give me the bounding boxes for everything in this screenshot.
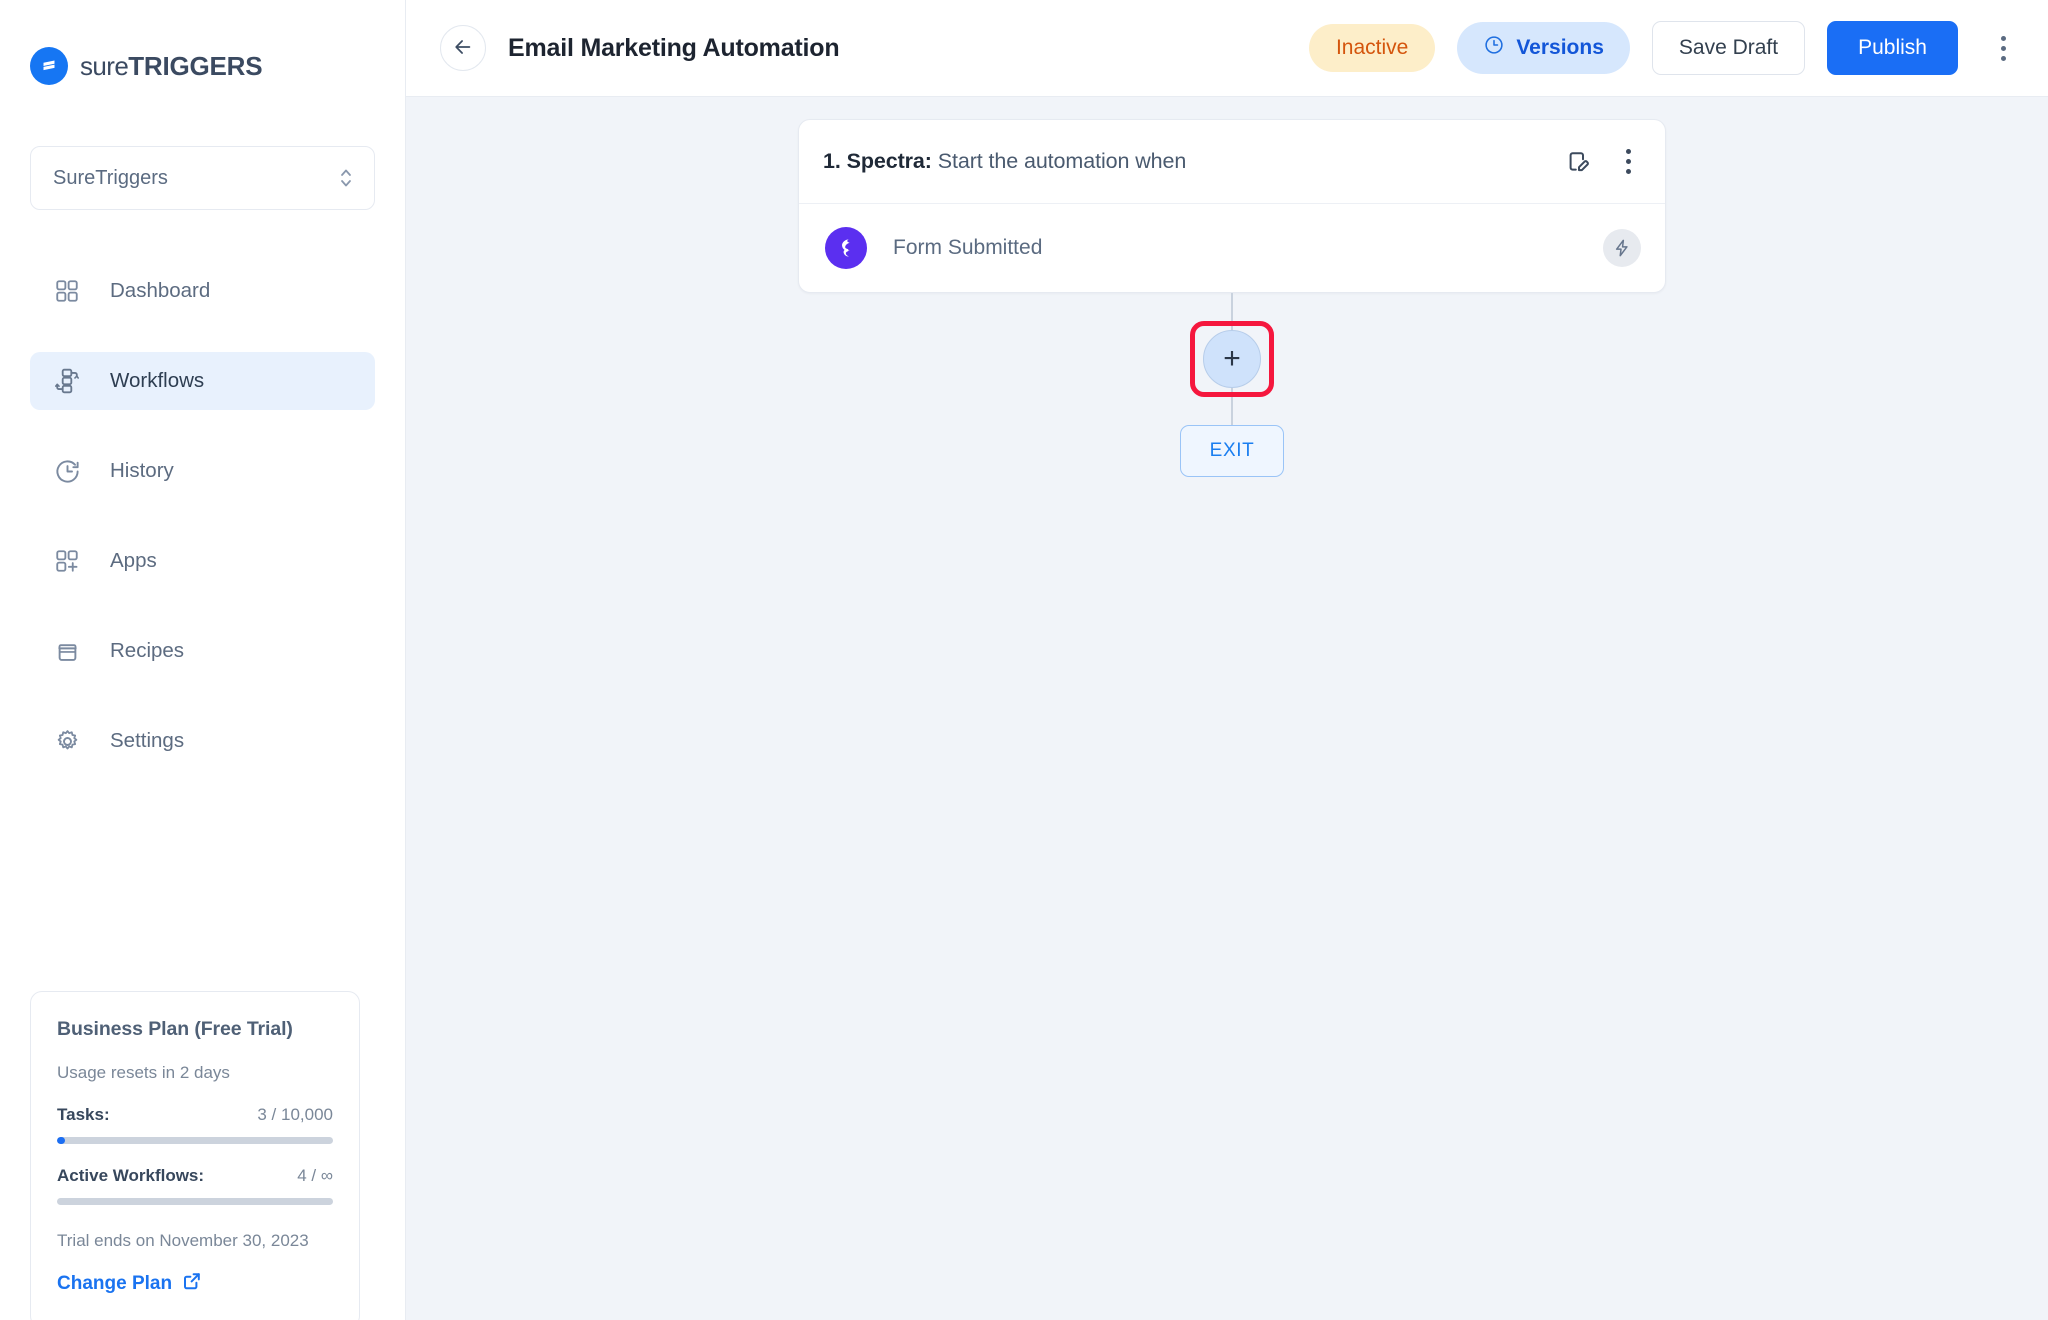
sidebar-item-workflows[interactable]: Workflows [30,352,375,410]
status-badge[interactable]: Inactive [1308,24,1436,72]
arrow-left-icon [452,36,474,61]
kebab-vertical-icon[interactable] [1986,25,2020,71]
sidebar-item-apps[interactable]: Apps [30,532,375,590]
add-step-button[interactable]: + [1203,330,1261,388]
spectra-app-icon [825,227,867,269]
app-root: sureTRIGGERS SureTriggers Dashboard Work… [0,0,2048,1320]
save-draft-button[interactable]: Save Draft [1651,21,1806,75]
gear-icon [52,726,82,756]
top-bar-actions: Inactive Versions Save Draft Publish [1308,21,2020,75]
clock-icon [1483,34,1505,62]
lightning-bolt-icon[interactable] [1603,229,1641,267]
trigger-event-label: Form Submitted [893,236,1043,259]
add-step-wrapper: + [1190,321,1274,397]
flow-container: 1. Spectra: Start the automation when Fo… [798,119,1666,477]
trigger-card-body[interactable]: Form Submitted [799,204,1665,292]
meter-row-active-workflows: Active Workflows: 4 / ∞ [57,1166,333,1186]
trigger-step-app: 1. Spectra: [823,149,932,173]
trigger-card-header: 1. Spectra: Start the automation when [799,120,1665,204]
meter-value: 3 / 10,000 [257,1105,333,1124]
sidebar-item-label: Workflows [110,369,205,392]
main-area: Email Marketing Automation Inactive Vers… [406,0,2048,1320]
sidebar-nav: Dashboard Workflows History Apps Recipes… [0,262,405,770]
workspace-name: SureTriggers [53,166,168,189]
recipes-box-icon [52,636,82,666]
back-button[interactable] [440,25,486,71]
grid-icon [52,276,82,306]
sidebar-item-label: Settings [110,729,185,752]
top-bar: Email Marketing Automation Inactive Vers… [406,0,2048,97]
workspace-selector[interactable]: SureTriggers [30,146,375,210]
external-link-icon [182,1271,202,1297]
sidebar-item-label: Dashboard [110,279,211,302]
publish-button[interactable]: Publish [1827,21,1958,75]
brand-wordmark-bold: TRIGGERS [128,50,263,81]
apps-add-icon [52,546,82,576]
trigger-step-description: Start the automation when [937,149,1187,173]
brand-logo[interactable]: sureTRIGGERS [0,0,405,96]
meter-label: Active Workflows: [57,1166,205,1185]
plan-trial-note: Trial ends on November 30, 2023 [57,1231,309,1250]
sidebar-item-history[interactable]: History [30,442,375,500]
meter-bar-active-workflows [57,1198,333,1205]
change-plan-link[interactable]: Change Plan [57,1271,333,1297]
plan-card: Business Plan (Free Trial) Usage resets … [30,991,360,1320]
workflow-canvas[interactable]: 1. Spectra: Start the automation when Fo… [406,97,2048,1320]
meter-row-tasks: Tasks: 3 / 10,000 [57,1105,333,1125]
suretriggers-bolt-icon [30,47,68,85]
sidebar-item-recipes[interactable]: Recipes [30,622,375,680]
clock-history-icon [52,456,82,486]
kebab-vertical-icon[interactable] [1615,145,1641,179]
meter-value: 4 / ∞ [297,1166,333,1185]
versions-button[interactable]: Versions [1457,22,1630,74]
sidebar-item-settings[interactable]: Settings [30,712,375,770]
brand-wordmark: sureTRIGGERS [80,50,263,82]
change-plan-label: Change Plan [57,1273,173,1294]
sidebar-item-label: Apps [110,549,157,572]
page-title: Email Marketing Automation [508,33,840,62]
brand-wordmark-light: sure [80,50,129,81]
chevron-up-down-icon [338,165,354,191]
sidebar-item-label: Recipes [110,639,185,662]
flow-connector: + EXIT [798,293,1666,477]
trigger-step-card[interactable]: 1. Spectra: Start the automation when Fo… [798,119,1666,293]
sidebar-item-dashboard[interactable]: Dashboard [30,262,375,320]
trigger-card-title: 1. Spectra: Start the automation when [823,149,1186,174]
sidebar-item-label: History [110,459,174,482]
trigger-card-actions [1561,145,1641,179]
meter-label: Tasks: [57,1105,110,1124]
sidebar: sureTRIGGERS SureTriggers Dashboard Work… [0,0,406,1320]
workflow-icon [52,366,82,396]
meter-bar-tasks [57,1137,333,1144]
exit-node[interactable]: EXIT [1180,425,1284,477]
plan-title: Business Plan (Free Trial) [57,1018,293,1040]
versions-label: Versions [1516,36,1604,59]
edit-document-icon[interactable] [1561,145,1595,179]
plan-usage-reset: Usage resets in 2 days [57,1063,230,1082]
